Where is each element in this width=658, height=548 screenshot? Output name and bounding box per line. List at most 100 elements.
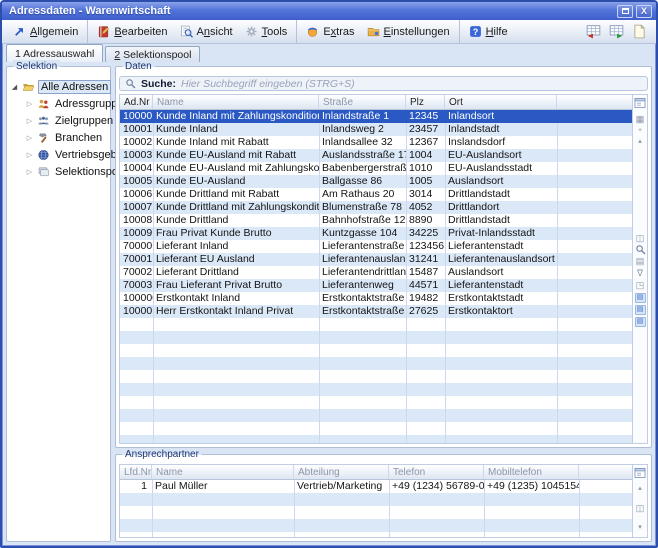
search-label: Suche: <box>141 78 176 90</box>
scroll-up-icon[interactable]: ▴ <box>638 136 642 147</box>
cell-lfdnr: 1 <box>120 480 152 493</box>
toolbar-right <box>585 24 651 39</box>
cell-strasse: Lieferantenauslandsweg 2 <box>319 253 406 266</box>
cell-strasse: Auslandsstraße 17 <box>319 149 406 162</box>
cell-name: Erstkontakt Inland <box>153 292 319 305</box>
column-header-abteilung[interactable]: Abteilung <box>294 465 389 479</box>
cell-name: Kunde Drittland <box>153 214 319 227</box>
cell-adnr: 70003 <box>120 279 153 292</box>
tree-item-label: Alle Adressen <box>38 80 111 94</box>
cell-adnr: 10008 <box>120 214 153 227</box>
table-row[interactable]: 10001 Kunde Inland Inlandsweg 2 23457 In… <box>120 123 632 136</box>
tree-expander-icon[interactable]: ◢ <box>10 83 19 91</box>
column-header-plz[interactable]: Plz <box>406 95 445 109</box>
cell-ort: Lieferantenstadt <box>445 240 557 253</box>
tree-item-adressgruppen[interactable]: ▷ Adressgruppen <box>10 95 108 112</box>
table-import-icon[interactable] <box>608 24 625 39</box>
menu-item-hilfe[interactable]: Hilfe <box>459 20 514 43</box>
tree-expander-icon[interactable]: ▷ <box>25 151 34 159</box>
table-row[interactable]: 10009 Frau Privat Kunde Brutto Kuntzgass… <box>120 227 632 240</box>
menu-item-ansicht[interactable]: Ansicht <box>174 20 239 43</box>
tree-item-selektionspools[interactable]: ▷ Selektionspools <box>10 163 108 180</box>
tree-expander-icon[interactable]: ▷ <box>25 100 34 108</box>
scroll-top-icon[interactable]: ▦ <box>636 113 645 125</box>
cell-empty <box>557 188 632 201</box>
tree-expander-icon[interactable]: ▷ <box>25 117 34 125</box>
cell-ort: Inslandsdorf <box>445 136 557 149</box>
cell-plz: 123456 <box>406 240 445 253</box>
sum-icon[interactable]: ▤ <box>636 255 645 267</box>
cell-strasse: Lieferantenweg <box>319 279 406 292</box>
column-header-mobiltelefon[interactable]: Mobiltelefon <box>484 465 579 479</box>
table-row[interactable]: 10004 Kunde EU-Ausland mit Zahlungskondt… <box>120 162 632 175</box>
tree-item-alle-adressen[interactable]: ◢ Alle Adressen <box>10 78 108 95</box>
contact-grid-header: Lfd.Nr. Name Abteilung Telefon Mobiltele… <box>120 465 632 480</box>
table-row[interactable]: 1 Paul Müller Vertrieb/Marketing +49 (12… <box>120 480 632 493</box>
column-header-telefon[interactable]: Telefon <box>389 465 484 479</box>
column-header-adnr[interactable]: Ad.Nr▼ <box>120 95 153 109</box>
cell-plz: 23457 <box>406 123 445 136</box>
menu-item-extras[interactable]: Extras <box>296 20 360 43</box>
titlebar: Adressdaten - Warenwirtschaft X <box>2 2 656 20</box>
address-grid-header: Ad.Nr▼ Name Straße Plz Ort <box>120 95 632 110</box>
add-icon[interactable]: + <box>638 125 642 136</box>
table-row[interactable]: 70002 Lieferant Drittland Lieferantendri… <box>120 266 632 279</box>
allgemein-icon <box>13 25 26 38</box>
table-row[interactable]: 70003 Frau Lieferant Privat Brutto Liefe… <box>120 279 632 292</box>
cell-ort: Auslandsort <box>445 266 557 279</box>
column-header-ort[interactable]: Ort <box>445 95 557 109</box>
table-row[interactable]: 100001 Herr Erstkontakt Inland Privat Er… <box>120 305 632 318</box>
restore-icon[interactable] <box>617 5 633 18</box>
tree-expander-icon[interactable]: ▷ <box>25 134 34 142</box>
search-icon[interactable] <box>635 244 646 255</box>
new-document-icon[interactable] <box>631 24 648 39</box>
column-header-name[interactable]: Name <box>152 465 294 479</box>
table-row[interactable]: 10000 Kunde Inland mit Zahlungskondition… <box>120 110 632 123</box>
cell-adnr: 10005 <box>120 175 153 188</box>
column-header-name[interactable]: Name <box>153 95 319 109</box>
menu-item-allgemein[interactable]: Allgemein <box>7 20 84 43</box>
scroll-down-icon[interactable]: ▾ <box>638 522 642 533</box>
menu-item-einstellungen[interactable]: Einstellungen <box>361 20 456 43</box>
cell-adnr: 100001 <box>120 305 153 318</box>
cell-empty <box>557 292 632 305</box>
selektion-groupbox: Selektion ◢ Alle Adressen ▷ Adressgruppe… <box>6 66 111 542</box>
cell-plz: 3014 <box>406 188 445 201</box>
card-view-icon[interactable]: ◫ <box>636 232 645 244</box>
cell-strasse: Inlandstraße 1 <box>319 110 406 123</box>
tree-expander-icon[interactable]: ▷ <box>25 168 34 176</box>
column-header-strasse[interactable]: Straße <box>319 95 406 109</box>
menu-item-bearbeiten[interactable]: Bearbeiten <box>87 20 173 43</box>
tree-item-branchen[interactable]: ▷ Branchen <box>10 129 108 146</box>
table-row[interactable]: 70001 Lieferant EU Ausland Lieferantenau… <box>120 253 632 266</box>
window-title: Adressdaten - Warenwirtschaft <box>9 5 171 17</box>
column-chooser-icon[interactable] <box>634 467 646 479</box>
table-row[interactable]: 10003 Kunde EU-Ausland mit Rabatt Auslan… <box>120 149 632 162</box>
table-row[interactable]: 10008 Kunde Drittland Bahnhofstraße 12 8… <box>120 214 632 227</box>
cell-empty <box>579 480 632 493</box>
column-chooser-icon[interactable] <box>634 97 646 109</box>
scroll-up-icon[interactable]: ▴ <box>638 483 642 494</box>
table-row[interactable]: 10005 Kunde EU-Ausland Ballgasse 86 1005… <box>120 175 632 188</box>
card-view-icon[interactable]: ◫ <box>636 502 645 514</box>
table-export-icon[interactable] <box>585 24 602 39</box>
cell-ort: Drittlandort <box>445 201 557 214</box>
table-row[interactable]: 10006 Kunde Drittland mit Rabatt Am Rath… <box>120 188 632 201</box>
list-view-icon[interactable]: ▤ <box>635 293 646 303</box>
filter-icon[interactable]: ∇ <box>637 267 643 279</box>
tree-item-zielgruppen[interactable]: ▷ Zielgruppen <box>10 112 108 129</box>
table-row[interactable]: 10002 Kunde Inland mit Rabatt Inlandsall… <box>120 136 632 149</box>
table-row[interactable]: 70000 Lieferant Inland Lieferantenstraße… <box>120 240 632 253</box>
tree-item-vertriebsgebiete[interactable]: ▷ Vertriebsgebiete <box>10 146 108 163</box>
list-view-icon[interactable]: ▤ <box>635 305 646 315</box>
search-input[interactable]: Suche: Hier Suchbegriff eingeben (STRG+S… <box>119 76 648 91</box>
copy-icon[interactable]: ◳ <box>636 279 645 291</box>
table-row[interactable]: 100000 Erstkontakt Inland Erstkontaktstr… <box>120 292 632 305</box>
menu-item-tools[interactable]: Tools <box>239 20 294 43</box>
table-row[interactable]: 10007 Kunde Drittland mit Zahlungskondit… <box>120 201 632 214</box>
cell-plz: 4052 <box>406 201 445 214</box>
list-view-icon[interactable]: ▤ <box>635 317 646 327</box>
close-icon[interactable]: X <box>636 5 652 18</box>
cell-name: Frau Lieferant Privat Brutto <box>153 279 319 292</box>
column-header-lfdnr[interactable]: Lfd.Nr. <box>120 465 152 479</box>
